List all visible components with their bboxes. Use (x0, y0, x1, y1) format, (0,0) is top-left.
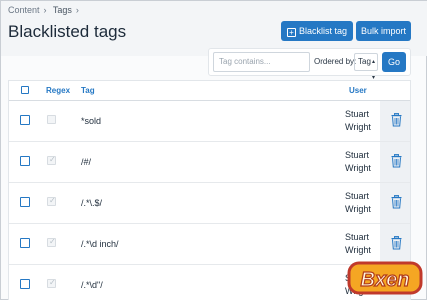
breadcrumb: Content › Tags › (8, 5, 83, 15)
delete-cell[interactable] (380, 101, 410, 141)
tag-value[interactable]: /#/ (81, 157, 91, 167)
regex-checkbox (47, 196, 56, 206)
row-select-checkbox[interactable] (20, 115, 30, 125)
tag-value[interactable]: /.*\.$/ (81, 198, 102, 208)
user-name[interactable]: StuartWright (345, 149, 385, 175)
row-select-checkbox[interactable] (20, 238, 30, 248)
row-select-checkbox[interactable] (20, 156, 30, 166)
table-row: /#/ StuartWright (9, 142, 410, 183)
tag-value[interactable]: /.*\d inch/ (81, 239, 119, 249)
blacklist-tag-button[interactable]: + Blacklist tag (281, 21, 353, 41)
tag-column-header[interactable]: Tag (81, 86, 95, 95)
plus-icon: + (286, 28, 296, 37)
regex-checkbox (47, 278, 56, 288)
row-select-checkbox[interactable] (20, 197, 30, 207)
tag-value[interactable]: *sold (81, 116, 101, 126)
regex-checkbox (47, 115, 56, 124)
trash-icon[interactable] (391, 236, 402, 255)
user-name[interactable]: StuartWright (345, 108, 385, 134)
tag-contains-input[interactable]: Tag contains... (213, 52, 310, 72)
trash-icon[interactable] (391, 195, 402, 214)
user-name[interactable]: StuartWright (345, 190, 385, 216)
filter-bar: Tag contains... Ordered by: Tag ▴ ▾ Go (208, 48, 411, 81)
regex-column-header[interactable]: Regex (46, 86, 70, 95)
breadcrumb-content[interactable]: Content (8, 5, 40, 15)
delete-cell[interactable] (380, 183, 410, 223)
trash-icon[interactable] (391, 154, 402, 173)
go-button[interactable]: Go (382, 52, 406, 72)
table-header: Regex Tag User (9, 81, 410, 101)
user-name[interactable]: StuartWright (345, 231, 385, 257)
order-by-label: Ordered by: (314, 57, 357, 66)
tag-value[interactable]: /.*\d"/ (81, 280, 103, 290)
page-title: Blacklisted tags (8, 22, 127, 41)
bxen-watermark-logo: Bxen (347, 261, 423, 295)
breadcrumb-tags[interactable]: Tags (53, 5, 72, 15)
regex-checkbox (47, 155, 56, 165)
breadcrumb-separator: › (75, 5, 79, 15)
watermark-text: Bxen (361, 269, 410, 291)
delete-cell[interactable] (380, 142, 410, 182)
trash-icon[interactable] (391, 113, 402, 132)
user-column-header[interactable]: User (349, 86, 367, 95)
regex-checkbox (47, 237, 56, 247)
blacklist-tag-label: Blacklist tag (298, 26, 348, 36)
order-by-select[interactable]: Tag ▴ ▾ (354, 53, 378, 81)
select-all-checkbox[interactable] (21, 86, 29, 94)
row-select-checkbox[interactable] (20, 279, 30, 289)
breadcrumb-separator: › (43, 5, 47, 15)
table-row: *sold Stuart Wright (9, 101, 410, 142)
table-row: /.*\.$/ StuartWright (9, 183, 410, 224)
order-by-value: Tag (358, 57, 371, 66)
bulk-import-button[interactable]: Bulk import (356, 21, 411, 41)
